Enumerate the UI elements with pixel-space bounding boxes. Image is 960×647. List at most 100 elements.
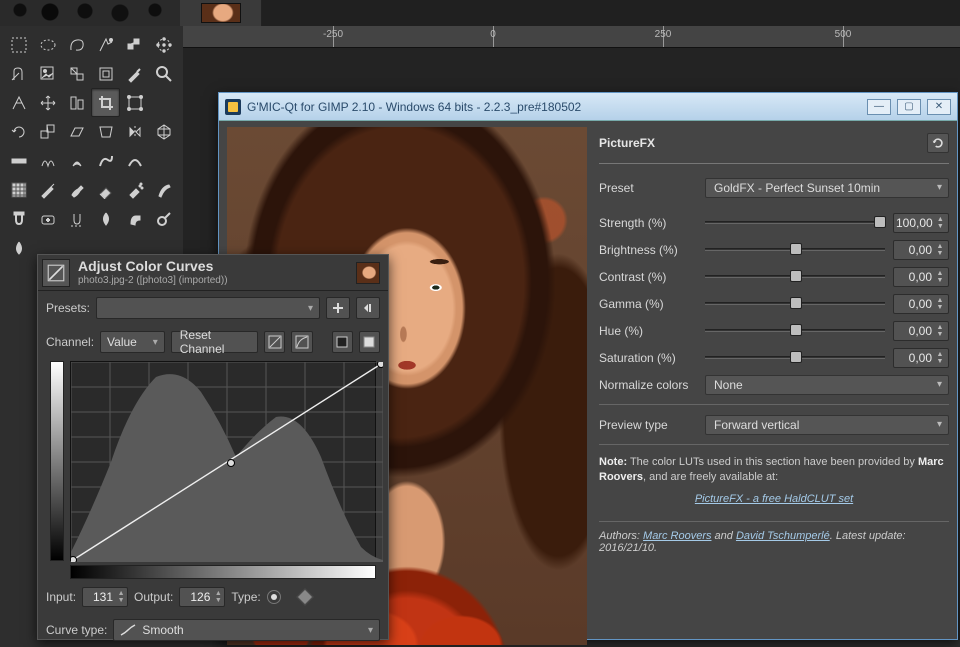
free-select-tool[interactable] [62,30,91,59]
add-preset-button[interactable] [326,297,350,319]
ink-tool[interactable] [149,175,178,204]
input-white-button[interactable] [359,331,380,353]
note-link[interactable]: PictureFX - a free HaldCLUT set [599,492,949,507]
maximize-button[interactable]: ▢ [897,99,921,115]
manage-preset-button[interactable] [356,297,380,319]
curves-titlebar[interactable]: Adjust Color Curves photo3.jpg-2 ([photo… [38,255,388,291]
color-picker-tool[interactable] [120,59,149,88]
input-spinner[interactable]: 131▲▼ [82,587,128,607]
brush-presets-strip [0,0,180,26]
scissors-tool[interactable] [149,30,178,59]
image-tab[interactable] [180,0,262,26]
paths-tool[interactable] [33,59,62,88]
preset-label: Preset [599,181,697,195]
smudge-tool[interactable] [120,204,149,233]
warp-tool[interactable] [4,146,33,175]
param-slider-5[interactable] [705,348,885,368]
airbrush-tool[interactable] [120,175,149,204]
rotate-tool[interactable] [4,117,33,146]
param-spin-4[interactable]: 0,00▲▼ [893,321,949,341]
output-spinner[interactable]: 126▲▼ [179,587,225,607]
point-type-label: Type: [231,590,260,604]
curve-type-label: Curve type: [46,623,107,637]
curve-canvas[interactable] [70,361,376,561]
param-slider-3[interactable] [705,294,885,314]
clone-tool[interactable] [4,204,33,233]
refresh-button[interactable] [927,133,949,153]
gradient-tool[interactable] [91,146,120,175]
heal-tool[interactable] [33,204,62,233]
mypaint-brush-tool[interactable] [120,146,149,175]
gmic-titlebar[interactable]: G'MIC-Qt for GIMP 2.10 - Windows 64 bits… [219,93,957,121]
move-tool[interactable] [33,88,62,117]
filter-name: PictureFX [599,136,655,150]
param-spin-3[interactable]: 0,00▲▼ [893,294,949,314]
crop-tool[interactable] [91,88,120,117]
input-label: Input: [46,590,76,604]
reset-channel-button[interactable]: Reset Channel [171,331,258,353]
dodge-tool[interactable] [149,204,178,233]
minimize-button[interactable]: — [867,99,891,115]
curve-type-dropdown[interactable]: Smooth [113,619,380,641]
foreground-select-tool[interactable] [4,59,33,88]
toolbox [4,30,182,262]
pencil-tool[interactable] [33,175,62,204]
author-link-1[interactable]: Marc Roovers [643,530,711,542]
point-type-smooth-radio[interactable] [267,590,281,604]
align-tool[interactable] [62,88,91,117]
scale-tool[interactable] [33,117,62,146]
normalize-dropdown[interactable]: None [705,375,949,395]
curves-thumbnail [356,262,380,284]
channel-dropdown[interactable]: Value [100,331,165,353]
ellipse-select-tool[interactable] [33,30,62,59]
image-tab-thumbnail [201,3,241,23]
fuzzy-select-tool[interactable] [91,30,120,59]
curves-dialog: Adjust Color Curves photo3.jpg-2 ([photo… [37,254,389,640]
blur-tool[interactable] [91,204,120,233]
normalize-label: Normalize colors [599,378,697,392]
param-slider-0[interactable] [705,213,885,233]
preset-dropdown[interactable]: GoldFX - Perfect Sunset 10min [705,178,949,198]
author-link-2[interactable]: David Tschumperlé [736,530,830,542]
by-color-select-tool[interactable] [120,30,149,59]
param-slider-4[interactable] [705,321,885,341]
bucket-fill-tool[interactable] [62,146,91,175]
x-gradient [70,565,376,579]
horizontal-ruler: -250 0 250 500 [183,26,960,48]
preview-type-dropdown[interactable]: Forward vertical [705,415,949,435]
handle-transform-tool[interactable] [33,146,62,175]
crop-indicator-tool[interactable] [91,59,120,88]
pattern-tool[interactable] [4,175,33,204]
param-label-0: Strength (%) [599,216,697,230]
output-label: Output: [134,590,173,604]
param-spin-2[interactable]: 0,00▲▼ [893,267,949,287]
perspective-tool[interactable] [91,117,120,146]
param-slider-2[interactable] [705,267,885,287]
input-black-button[interactable] [332,331,353,353]
perspective-clone-tool[interactable] [62,204,91,233]
cage-tool[interactable] [149,117,178,146]
measure-tool[interactable] [4,88,33,117]
param-spin-1[interactable]: 0,00▲▼ [893,240,949,260]
param-label-4: Hue (%) [599,324,697,338]
rect-select-tool[interactable] [4,30,33,59]
flip-tool[interactable] [120,117,149,146]
paintbrush-tool[interactable] [62,175,91,204]
unified-transform-tool[interactable] [120,88,149,117]
curves-subtitle: photo3.jpg-2 ([photo3] (imported)) [78,275,228,286]
presets-label: Presets: [46,301,90,315]
log-histogram-button[interactable] [291,331,312,353]
text-tool-variant[interactable] [62,59,91,88]
eraser-tool[interactable] [91,175,120,204]
color-drop-tool[interactable] [4,233,33,262]
linear-histogram-button[interactable] [264,331,285,353]
point-type-corner-radio[interactable] [296,589,313,606]
param-spin-5[interactable]: 0,00▲▼ [893,348,949,368]
presets-dropdown[interactable] [96,297,320,319]
close-button[interactable]: ✕ [927,99,951,115]
param-spin-0[interactable]: 100,00▲▼ [893,213,949,233]
param-slider-1[interactable] [705,240,885,260]
param-label-3: Gamma (%) [599,297,697,311]
zoom-tool[interactable] [149,59,178,88]
shear-tool[interactable] [62,117,91,146]
